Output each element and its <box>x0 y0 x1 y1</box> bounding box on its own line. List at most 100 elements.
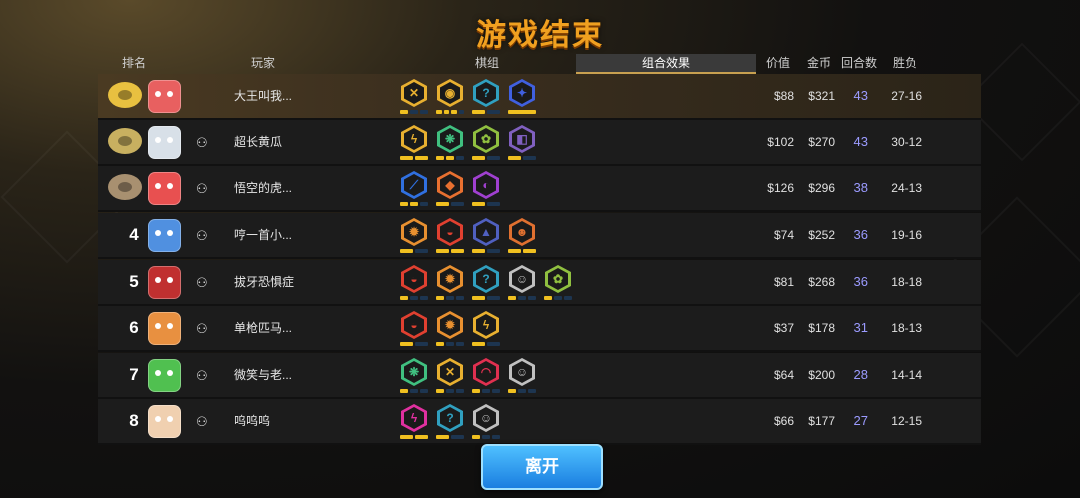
gold-cell: $178 <box>808 321 835 335</box>
avatar <box>148 312 181 345</box>
synergy-icon[interactable]: ϟ <box>400 125 428 161</box>
gold-cell: $270 <box>808 135 835 149</box>
synergy-icon[interactable]: ✹ <box>436 265 464 301</box>
value-cell: $88 <box>773 89 794 103</box>
leave-button[interactable]: 离开 <box>481 444 603 490</box>
synergy-icon[interactable]: ✹ <box>400 218 428 254</box>
add-friend-icon[interactable]: ⚇ <box>196 368 208 384</box>
winloss-cell: 14-14 <box>891 368 922 382</box>
table-row: 8 ⚇ 呜呜呜 ϟ? ☺ $66 $177 27 12-15 <box>98 399 981 445</box>
synergy-icon[interactable]: ◐ <box>472 171 500 207</box>
table-row: 7 ⚇ 微笑与老... ❋ ✕ ◠ ☺ $64 $200 28 14-14 <box>98 353 981 399</box>
rounds-cell: 27 <box>853 413 868 428</box>
rounds-cell: 43 <box>853 88 868 103</box>
add-friend-icon[interactable]: ⚇ <box>196 135 208 151</box>
avatar <box>148 126 181 159</box>
tab-pieces[interactable]: 棋组 <box>398 54 576 72</box>
synergy-icon[interactable]: ◠ <box>472 358 500 394</box>
winloss-cell: 27-16 <box>891 89 922 103</box>
synergy-icon[interactable]: ☻ <box>508 218 536 254</box>
avatar <box>148 405 181 438</box>
synergy-icon[interactable]: ◒ <box>400 311 428 347</box>
value-cell: $81 <box>773 275 794 289</box>
player-name: 哼一首小... <box>234 228 293 242</box>
rounds-cell: 38 <box>853 180 868 195</box>
synergy-icon[interactable]: ✦ <box>508 79 536 115</box>
synergy-icon[interactable]: ◒ <box>436 218 464 254</box>
add-friend-icon[interactable]: ⚇ <box>196 321 208 337</box>
synergy-icon[interactable]: ☺ <box>508 358 536 394</box>
synergy-icon[interactable]: ▲ <box>472 218 500 254</box>
gold-cell: $252 <box>808 228 835 242</box>
table-row: 4 ⚇ 哼一首小... ✹ ◒ ▲ ☻ $74 $252 36 19-16 <box>98 213 981 259</box>
avatar <box>148 172 181 205</box>
header-winloss: 胜负 <box>893 56 918 70</box>
table-row: ⚇ 超长黄瓜 ϟ ❋ ✿ ◧ $102 $270 43 30-12 <box>98 120 981 166</box>
winloss-cell: 30-12 <box>891 135 922 149</box>
synergy-icon[interactable]: ϟ <box>472 311 500 347</box>
synergy-icon[interactable]: ✿ <box>472 125 500 161</box>
winloss-cell: 18-13 <box>891 321 922 335</box>
synergy-icon[interactable]: ◉ <box>436 79 464 115</box>
add-friend-icon[interactable]: ⚇ <box>196 181 208 197</box>
table-row: 大王叫我... ✕ ◉? ✦ $88 $321 43 27-16 <box>98 74 981 120</box>
gold-cell: $177 <box>808 414 835 428</box>
synergy-icon[interactable]: ✕ <box>436 358 464 394</box>
synergy-icon[interactable]: ◧ <box>508 125 536 161</box>
synergy-icon[interactable]: ✿ <box>544 265 572 301</box>
player-name: 单枪匹马... <box>234 321 293 335</box>
player-name: 拔牙恐惧症 <box>234 275 295 289</box>
player-name: 超长黄瓜 <box>234 135 283 149</box>
player-name: 悟空的虎... <box>234 181 293 195</box>
rounds-cell: 28 <box>853 367 868 382</box>
rounds-cell: 36 <box>853 274 868 289</box>
add-friend-icon[interactable]: ⚇ <box>196 228 208 244</box>
synergy-icon[interactable]: ✹ <box>436 311 464 347</box>
page-title: 游戏结束 <box>476 18 604 53</box>
player-name: 大王叫我... <box>234 89 293 103</box>
table-row: 6 ⚇ 单枪匹马... ◒ ✹ ϟ $37 $178 31 18-13 <box>98 306 981 352</box>
synergy-icon[interactable]: ❋ <box>400 358 428 394</box>
synergy-icon[interactable]: ? <box>436 404 464 440</box>
header-gold: 金币 <box>807 56 832 70</box>
synergy-icon[interactable]: ? <box>472 265 500 301</box>
header-player: 玩家 <box>251 56 276 70</box>
tab-synergy[interactable]: 组合效果 <box>576 54 756 74</box>
value-cell: $126 <box>767 181 794 195</box>
gold-cell: $200 <box>808 368 835 382</box>
value-cell: $64 <box>773 368 794 382</box>
avatar <box>148 80 181 113</box>
add-friend-icon[interactable]: ⚇ <box>196 275 208 291</box>
header-rounds: 回合数 <box>841 56 878 70</box>
winloss-cell: 24-13 <box>891 181 922 195</box>
table-row: 5 ⚇ 拔牙恐惧症 ◒ ✹? ☺ ✿ $81 $268 36 18-18 <box>98 260 981 306</box>
gold-cell: $296 <box>808 181 835 195</box>
winloss-cell: 18-18 <box>891 275 922 289</box>
synergy-icon[interactable]: ϟ <box>400 404 428 440</box>
value-cell: $66 <box>773 414 794 428</box>
synergy-icon[interactable]: ☺ <box>472 404 500 440</box>
value-cell: $74 <box>773 228 794 242</box>
rounds-cell: 43 <box>853 134 868 149</box>
header-value: 价值 <box>766 56 791 70</box>
avatar <box>148 359 181 392</box>
synergy-icon[interactable]: ✕ <box>400 79 428 115</box>
add-friend-icon[interactable]: ⚇ <box>196 414 208 430</box>
table-row: ⚇ 悟空的虎... ⟋ ◆ ◐ $126 $296 38 24-13 <box>98 166 981 212</box>
player-name: 呜呜呜 <box>234 414 271 428</box>
gold-cell: $268 <box>808 275 835 289</box>
synergy-icon[interactable]: ◒ <box>400 265 428 301</box>
synergy-icon[interactable]: ⟋ <box>400 171 428 207</box>
header-rank: 排名 <box>122 56 147 70</box>
synergy-icon[interactable]: ❋ <box>436 125 464 161</box>
gold-cell: $321 <box>808 89 835 103</box>
avatar <box>148 266 181 299</box>
synergy-icon[interactable]: ◆ <box>436 171 464 207</box>
rank-badge-icon <box>108 174 142 200</box>
rounds-cell: 31 <box>853 320 868 335</box>
winloss-cell: 19-16 <box>891 228 922 242</box>
synergy-icon[interactable]: ? <box>472 79 500 115</box>
synergy-icon[interactable]: ☺ <box>508 265 536 301</box>
avatar <box>148 219 181 252</box>
value-cell: $102 <box>767 135 794 149</box>
